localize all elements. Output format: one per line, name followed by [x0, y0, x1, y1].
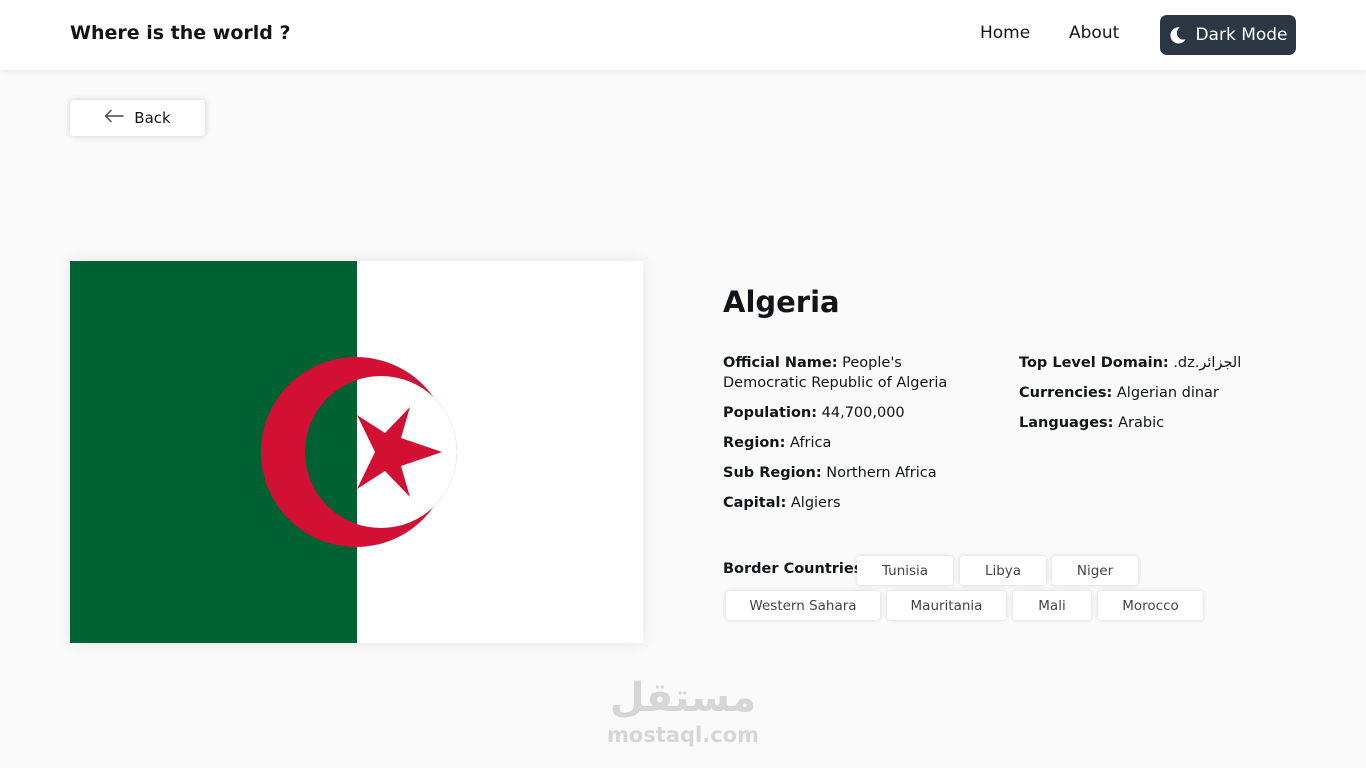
capital-row: Capital: Algiers [723, 493, 983, 513]
sub-region-row: Sub Region: Northern Africa [723, 463, 983, 483]
tld-row: Top Level Domain: .dz.الجزائر [1019, 353, 1289, 373]
region-value: Africa [790, 435, 832, 451]
population-value: 44,700,000 [821, 405, 905, 421]
languages-value: Arabic [1118, 415, 1165, 431]
details-left: Official Name: People's Democratic Repub… [723, 353, 983, 523]
currencies-label: Currencies: [1019, 385, 1113, 401]
border-country-chip[interactable]: Morocco [1098, 591, 1203, 620]
border-country-chip[interactable]: Mali [1013, 591, 1091, 620]
arrow-left-icon [104, 109, 124, 127]
dark-mode-button[interactable]: Dark Mode [1160, 15, 1296, 55]
tld-value: .dz.الجزائر [1173, 355, 1242, 371]
dark-mode-label: Dark Mode [1195, 25, 1288, 45]
watermark-arabic: مستقل [609, 675, 757, 721]
currencies-value: Algerian dinar [1116, 385, 1219, 401]
languages-row: Languages: Arabic [1019, 413, 1289, 433]
population-row: Population: 44,700,000 [723, 403, 983, 423]
border-country-chip[interactable]: Niger [1052, 556, 1138, 585]
back-button[interactable]: Back [70, 100, 205, 136]
back-label: Back [134, 109, 171, 127]
country-flag [70, 261, 643, 643]
country-name: Algeria [723, 285, 840, 319]
official-name-row: Official Name: People's Democratic Repub… [723, 353, 983, 393]
border-country-chip[interactable]: Western Sahara [726, 591, 880, 620]
site-title[interactable]: Where is the world ? [70, 22, 291, 44]
region-label: Region: [723, 435, 786, 451]
sub-region-label: Sub Region: [723, 465, 822, 481]
watermark-latin: mostaql.com [607, 723, 759, 747]
nav-home-link[interactable]: Home [980, 23, 1030, 43]
tld-label: Top Level Domain: [1019, 355, 1169, 371]
moon-icon [1168, 26, 1187, 45]
languages-label: Languages: [1019, 415, 1114, 431]
nav-about-link[interactable]: About [1069, 23, 1119, 43]
border-countries-label: Border Countries: [723, 561, 869, 577]
details-right: Top Level Domain: .dz.الجزائر Currencies… [1019, 353, 1289, 443]
capital-label: Capital: [723, 495, 787, 511]
watermark-logo: مستقل mostaql.com [600, 672, 766, 746]
top-header: Where is the world ? Home About Dark Mod… [0, 0, 1366, 70]
border-country-chip[interactable]: Tunisia [857, 556, 953, 585]
capital-value: Algiers [790, 495, 841, 511]
sub-region-value: Northern Africa [826, 465, 937, 481]
border-country-chip[interactable]: Mauritania [887, 591, 1006, 620]
currencies-row: Currencies: Algerian dinar [1019, 383, 1289, 403]
region-row: Region: Africa [723, 433, 983, 453]
border-country-chip[interactable]: Libya [960, 556, 1046, 585]
official-name-label: Official Name: [723, 355, 838, 371]
population-label: Population: [723, 405, 818, 421]
